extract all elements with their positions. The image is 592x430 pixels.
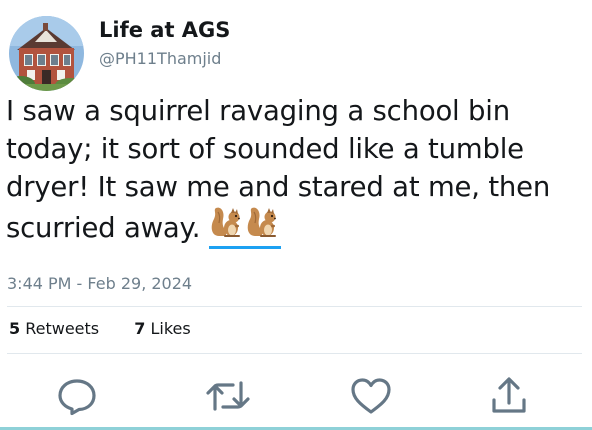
- likes-count: 7: [134, 319, 146, 338]
- reply-icon: [58, 379, 96, 416]
- emoji-link[interactable]: [208, 206, 281, 249]
- retweet-icon: [206, 381, 250, 411]
- timestamp[interactable]: 3:44 PM - Feb 29, 2024: [7, 274, 192, 293]
- avatar[interactable]: [9, 16, 84, 91]
- divider: [7, 306, 582, 307]
- school-building-photo: [9, 16, 84, 91]
- tweet-line: today; it sort of sounded like a tumble: [6, 133, 524, 165]
- divider: [7, 353, 582, 354]
- squirrel-emoji-icon: [245, 206, 279, 245]
- retweets-stat[interactable]: 5 Retweets: [9, 319, 99, 338]
- action-bar: [0, 368, 592, 424]
- tweet-line-last: scurried away.: [6, 206, 586, 249]
- tweet-line: dryer! It saw me and stared at me, then: [6, 171, 551, 203]
- reply-button[interactable]: [49, 368, 105, 424]
- squirrel-emoji-icon: [209, 206, 243, 245]
- retweet-button[interactable]: [200, 368, 256, 424]
- like-button[interactable]: [343, 368, 399, 424]
- likes-label: Likes: [150, 319, 191, 338]
- share-button[interactable]: [481, 368, 537, 424]
- tweet-line-text: scurried away.: [6, 212, 209, 244]
- handle[interactable]: @PH11Thamjid: [99, 49, 221, 68]
- engagement-stats: 5 Retweets 7 Likes: [9, 319, 221, 338]
- tweet-card: Life at AGS @PH11Thamjid I saw a squirre…: [0, 0, 592, 430]
- retweets-label: Retweets: [25, 319, 100, 338]
- likes-stat[interactable]: 7 Likes: [134, 319, 190, 338]
- tweet-text: I saw a squirrel ravaging a school bin t…: [6, 92, 586, 249]
- display-name[interactable]: Life at AGS: [99, 18, 230, 42]
- retweets-count: 5: [9, 319, 21, 338]
- heart-icon: [351, 378, 391, 414]
- tweet-line: I saw a squirrel ravaging a school bin: [6, 95, 510, 127]
- share-icon: [492, 377, 526, 413]
